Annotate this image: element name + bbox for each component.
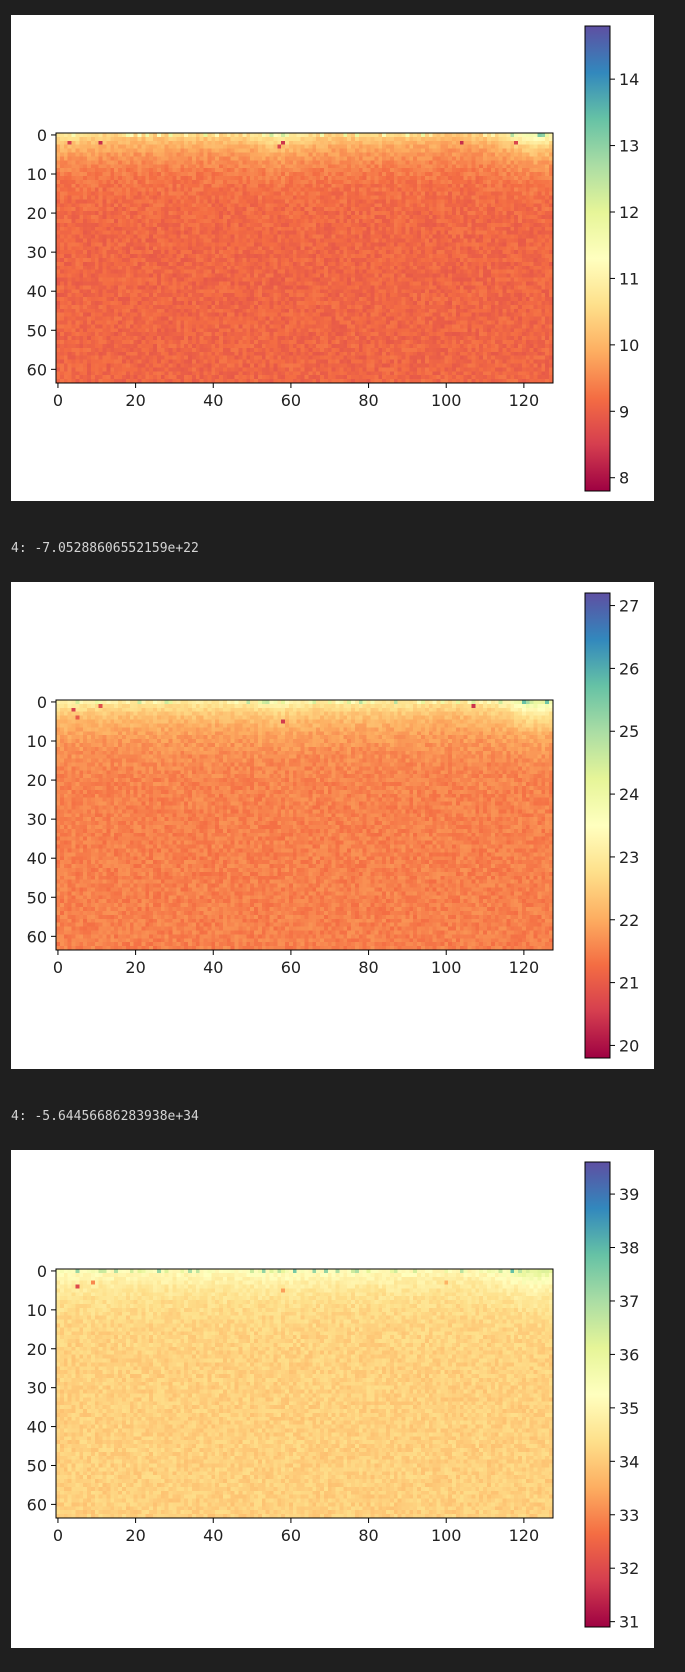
colorbar-tick-label: 10	[619, 336, 639, 355]
y-tick-label: 40	[27, 849, 47, 868]
y-tick-label: 40	[27, 282, 47, 301]
colorbar-tick-label: 8	[619, 469, 629, 488]
colorbar-tick-label: 34	[619, 1452, 639, 1471]
chart-panel-3: 0 20 40 60 80 100 120 0 10 20 30 40 50 60 31 32 33 34 35 36…	[11, 1150, 654, 1648]
colorbar-tick-label: 22	[619, 911, 639, 930]
x-tick-label: 80	[358, 1526, 378, 1545]
colorbar-tick-label: 32	[619, 1559, 639, 1578]
y-tick-label: 40	[27, 1418, 47, 1437]
x-tick-label: 0	[53, 958, 63, 977]
heatmap-cells	[56, 133, 554, 384]
colorbar-tick-label: 36	[619, 1345, 639, 1364]
x-tick-label: 60	[281, 1526, 301, 1545]
colorbar	[584, 25, 611, 492]
y-tick-label: 30	[27, 243, 47, 262]
y-tick-label: 0	[37, 126, 47, 145]
colorbar-tick-label: 37	[619, 1292, 639, 1311]
colorbar-tick-label: 31	[619, 1613, 639, 1632]
x-tick-label: 60	[281, 958, 301, 977]
x-tick-label: 60	[281, 391, 301, 410]
y-tick-label: 30	[27, 810, 47, 829]
colorbar-tick-label: 33	[619, 1506, 639, 1525]
x-tick-label: 100	[431, 391, 462, 410]
x-tick-label: 120	[509, 958, 540, 977]
x-tick-label: 120	[509, 1526, 540, 1545]
x-tick-label: 40	[203, 958, 223, 977]
colorbar-tick-label: 20	[619, 1036, 639, 1055]
y-tick-label: 50	[27, 1456, 47, 1475]
y-tick-label: 20	[27, 771, 47, 790]
y-tick-label: 10	[27, 165, 47, 184]
colorbar-tick-label: 24	[619, 785, 639, 804]
output-line-1: 4: -7.05288606552159e+22	[11, 541, 199, 556]
y-tick-label: 30	[27, 1379, 47, 1398]
y-tick-label: 20	[27, 1340, 47, 1359]
y-tick-label: 0	[37, 1262, 47, 1281]
y-tick-label: 10	[27, 732, 47, 751]
colorbar-tick-label: 39	[619, 1185, 639, 1204]
colorbar-tick-label: 9	[619, 402, 629, 421]
colorbar-tick-label: 26	[619, 659, 639, 678]
heatmap-chart: 0 20 40 60 80 100 120 0 10 20 30 40 50 60 31 32 33 34 35 36…	[27, 1161, 639, 1632]
output-line-2: 4: -5.64456686283938e+34	[11, 1109, 199, 1124]
colorbar-tick-label: 21	[619, 974, 639, 993]
x-tick-label: 0	[53, 391, 63, 410]
heatmap-chart: 0 20 40 60 80 100 120 0 10 20 30 40 50 60 20 21 22 23 24 25…	[27, 592, 639, 1059]
colorbar-tick-label: 27	[619, 597, 639, 616]
y-tick-label: 20	[27, 204, 47, 223]
colorbar-tick-label: 11	[619, 269, 639, 288]
colorbar-tick-label: 38	[619, 1239, 639, 1258]
x-tick-label: 20	[125, 958, 145, 977]
colorbar-tick-label: 14	[619, 70, 639, 89]
x-tick-label: 0	[53, 1526, 63, 1545]
heatmap-cells	[56, 1269, 554, 1519]
heatmap-cells	[56, 700, 554, 951]
x-tick-label: 40	[203, 391, 223, 410]
x-tick-label: 80	[358, 958, 378, 977]
colorbar	[584, 592, 611, 1059]
x-tick-label: 100	[431, 1526, 462, 1545]
colorbar-tick-label: 13	[619, 137, 639, 156]
y-tick-label: 60	[27, 1495, 47, 1514]
heatmap-chart: 0 20 40 60 80 100 120 0 10 20 30 40 50 60 8 9 10 11 12 13 14	[27, 25, 639, 492]
y-tick-label: 50	[27, 888, 47, 907]
x-tick-label: 40	[203, 1526, 223, 1545]
y-tick-label: 0	[37, 693, 47, 712]
colorbar-tick-label: 25	[619, 722, 639, 741]
y-tick-label: 10	[27, 1301, 47, 1320]
y-tick-label: 60	[27, 360, 47, 379]
x-tick-label: 80	[358, 391, 378, 410]
chart-panel-2: 0 20 40 60 80 100 120 0 10 20 30 40 50 60 20 21 22 23 24 25…	[11, 582, 654, 1069]
y-tick-label: 60	[27, 927, 47, 946]
colorbar-tick-label: 23	[619, 848, 639, 867]
x-tick-label: 100	[431, 958, 462, 977]
chart-panel-1: 0 20 40 60 80 100 120 0 10 20 30 40 50 60 8 9 10 11 12 13 14	[11, 15, 654, 501]
colorbar	[584, 1161, 611, 1628]
x-tick-label: 120	[509, 391, 540, 410]
colorbar-tick-label: 12	[619, 203, 639, 222]
x-tick-label: 20	[125, 1526, 145, 1545]
x-tick-label: 20	[125, 391, 145, 410]
colorbar-tick-label: 35	[619, 1399, 639, 1418]
y-tick-label: 50	[27, 321, 47, 340]
